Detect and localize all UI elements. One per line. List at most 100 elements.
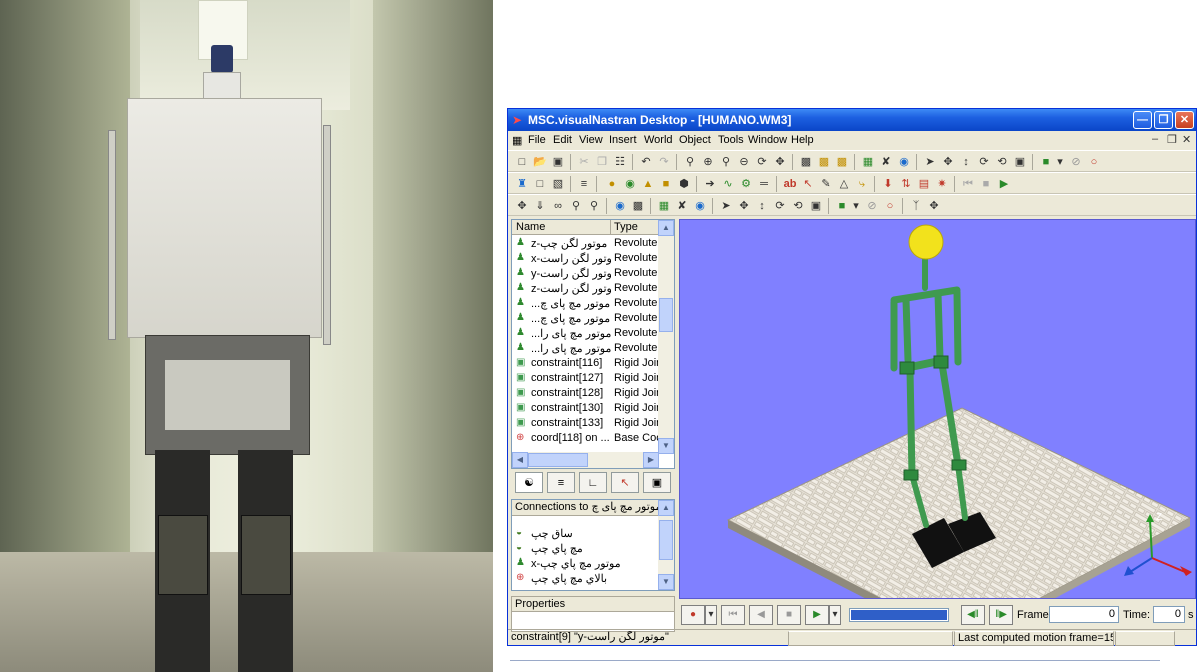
mdi-minimize-icon[interactable]: – bbox=[1152, 133, 1158, 145]
camera-icon[interactable]: ▣ bbox=[1012, 154, 1028, 170]
tree-row[interactable]: ▣ constraint[128] Rigid Joint bbox=[512, 386, 659, 401]
fit-icon[interactable]: ⚲ bbox=[586, 198, 602, 214]
coord-system-icon[interactable]: ○ bbox=[1086, 154, 1102, 170]
cut-icon[interactable]: ✂ bbox=[576, 154, 592, 170]
stop-icon[interactable]: ■ bbox=[978, 176, 994, 192]
scroll-down-icon[interactable]: ▼ bbox=[658, 574, 674, 590]
menu-edit[interactable]: Edit bbox=[553, 134, 572, 146]
menu-insert[interactable]: Insert bbox=[609, 134, 637, 146]
maximize-button[interactable]: ❐ bbox=[1154, 111, 1173, 129]
sphere-icon[interactable]: ● bbox=[604, 176, 620, 192]
tree-row[interactable]: ♟ ...موتور مچ پای چ Revolute bbox=[512, 296, 659, 311]
no-collide-icon[interactable]: ⊘ bbox=[1068, 154, 1084, 170]
minimize-button[interactable]: — bbox=[1133, 111, 1152, 129]
tree-row[interactable]: ♟ z-موتور لگن چپ Revolute bbox=[512, 236, 659, 251]
cube-icon[interactable]: ■ bbox=[658, 176, 674, 192]
menu-window[interactable]: Window bbox=[748, 134, 787, 146]
new-icon[interactable]: □ bbox=[514, 154, 530, 170]
polygon-icon[interactable]: ⬢ bbox=[676, 176, 692, 192]
properties-panel[interactable]: Properties bbox=[511, 596, 675, 632]
tab-camera-icon[interactable]: ▣ bbox=[643, 472, 671, 493]
menu-file[interactable]: File bbox=[528, 134, 546, 146]
mdi-close-icon[interactable]: ✕ bbox=[1182, 133, 1191, 146]
save-icon[interactable]: ▣ bbox=[550, 154, 566, 170]
paste-icon[interactable]: ☷ bbox=[612, 154, 628, 170]
mdi-doc-icon[interactable]: ▦ bbox=[512, 134, 522, 147]
copy-icon[interactable]: ❐ bbox=[594, 154, 610, 170]
grid-toggle-icon[interactable]: ▦ bbox=[656, 198, 672, 214]
connection-item[interactable]: ⊕ بالاي مچ پاي چپ bbox=[512, 571, 659, 586]
tree-row[interactable]: ♟ ...موتور مچ پای چ Revolute bbox=[512, 311, 659, 326]
view-iso-icon[interactable]: ▩ bbox=[834, 154, 850, 170]
connection-item[interactable]: ♟ x-موتور مچ پاي چپ bbox=[512, 556, 659, 571]
frame-forward-icon[interactable]: ‖▶ bbox=[989, 605, 1013, 625]
tree-row[interactable]: ▣ constraint[116] Rigid Joint bbox=[512, 356, 659, 371]
translate-icon[interactable]: ✥ bbox=[736, 198, 752, 214]
title-bar[interactable]: ➤ MSC.visualNastran Desktop - [HUMANO.WM… bbox=[508, 109, 1196, 131]
move-icon[interactable]: ✥ bbox=[940, 154, 956, 170]
floor-slab[interactable] bbox=[726, 407, 1192, 599]
curve-icon[interactable]: ⤷ bbox=[854, 176, 870, 192]
step-back-icon[interactable]: ◀ bbox=[749, 605, 773, 625]
stop-playback-icon[interactable]: ■ bbox=[777, 605, 801, 625]
vertical-move-icon[interactable]: ↕ bbox=[754, 198, 770, 214]
column-type[interactable]: Type bbox=[614, 221, 638, 233]
snapshot-icon[interactable]: ▣ bbox=[808, 198, 824, 214]
zoom-tool-icon[interactable]: ⚲ bbox=[568, 198, 584, 214]
spin-icon[interactable]: ⟲ bbox=[994, 154, 1010, 170]
tree-row[interactable]: ▣ constraint[130] Rigid Joint bbox=[512, 401, 659, 416]
shade-icon[interactable]: ◉ bbox=[612, 198, 628, 214]
tree-row[interactable]: ♟ ...موتور مچ پای را Revolute bbox=[512, 341, 659, 356]
scroll-up-icon[interactable]: ▲ bbox=[658, 220, 674, 236]
connection-item[interactable]: ◒ ساق چپ bbox=[512, 526, 659, 541]
meter-icon[interactable]: ▤ bbox=[916, 176, 932, 192]
rewind-start-icon[interactable]: ⏮ bbox=[721, 605, 745, 625]
run-dropdown-icon[interactable]: ▾ bbox=[829, 605, 841, 625]
rewind-icon[interactable]: ⏮ bbox=[960, 176, 976, 192]
grid-icon[interactable]: ▦ bbox=[860, 154, 876, 170]
record-dropdown-icon[interactable]: ▾ bbox=[705, 605, 717, 625]
tab-graph-icon[interactable]: ∟ bbox=[579, 472, 607, 493]
scroll-thumb[interactable] bbox=[659, 298, 673, 332]
box-tool-icon[interactable]: □ bbox=[532, 176, 548, 192]
tree-row[interactable]: ▣ constraint[133] Rigid Joint bbox=[512, 416, 659, 431]
run-icon[interactable]: ▶ bbox=[805, 605, 829, 625]
move-vertical-icon[interactable]: ↕ bbox=[958, 154, 974, 170]
shape-icon[interactable]: △ bbox=[836, 176, 852, 192]
cylinder-icon[interactable]: ◉ bbox=[622, 176, 638, 192]
tree-row[interactable]: ⊕ coord[118] on ... Base Coor bbox=[512, 431, 659, 446]
tree-row[interactable]: ♟ y-موتور لگن راست Revolute bbox=[512, 266, 659, 281]
zoom-out-icon[interactable]: ⊖ bbox=[736, 154, 752, 170]
tab-list-icon[interactable]: ≡ bbox=[547, 472, 575, 493]
pointer-icon[interactable]: ➤ bbox=[718, 198, 734, 214]
tree-icon[interactable]: ≡ bbox=[576, 176, 592, 192]
3d-viewport[interactable]: Z bbox=[679, 219, 1196, 599]
spring-icon[interactable]: ∿ bbox=[720, 176, 736, 192]
scroll-left-icon[interactable]: ◀ bbox=[512, 452, 528, 468]
menu-world[interactable]: World bbox=[644, 134, 673, 146]
tab-hierarchy-icon[interactable]: ☯ bbox=[515, 472, 543, 493]
arrow-down-icon[interactable]: ⇓ bbox=[532, 198, 548, 214]
cone-icon[interactable]: ▲ bbox=[640, 176, 656, 192]
tree-row[interactable]: ♟ z-موتور لگن راست Revolute bbox=[512, 281, 659, 296]
spin-tool-icon[interactable]: ⟲ bbox=[790, 198, 806, 214]
menu-tools[interactable]: Tools bbox=[718, 134, 744, 146]
column-name[interactable]: Name bbox=[516, 221, 545, 233]
view-front-icon[interactable]: ▩ bbox=[798, 154, 814, 170]
coord-tool-icon[interactable]: ○ bbox=[882, 198, 898, 214]
connections-panel[interactable]: Connections to موتور مچ پای چ... ◒ ساق چپ… bbox=[511, 499, 675, 591]
zoom-icon[interactable]: ⚲ bbox=[682, 154, 698, 170]
menu-help[interactable]: Help bbox=[791, 134, 814, 146]
undo-icon[interactable]: ↶ bbox=[638, 154, 654, 170]
time-field[interactable]: 0 bbox=[1153, 606, 1185, 623]
constraint-tool-icon[interactable]: ➔ bbox=[702, 176, 718, 192]
vertex-icon[interactable]: ᛉ bbox=[908, 198, 924, 214]
play-icon[interactable]: ▶ bbox=[996, 176, 1012, 192]
hscroll-thumb[interactable] bbox=[528, 453, 588, 467]
tree-row[interactable]: ▣ constraint[127] Rigid Joint bbox=[512, 371, 659, 386]
menu-object[interactable]: Object bbox=[679, 134, 711, 146]
collision-icon[interactable]: ⊘ bbox=[864, 198, 880, 214]
pan-view-icon[interactable]: ✥ bbox=[772, 154, 788, 170]
scroll-right-icon[interactable]: ▶ bbox=[643, 452, 659, 468]
zoom-in-icon[interactable]: ⊕ bbox=[700, 154, 716, 170]
